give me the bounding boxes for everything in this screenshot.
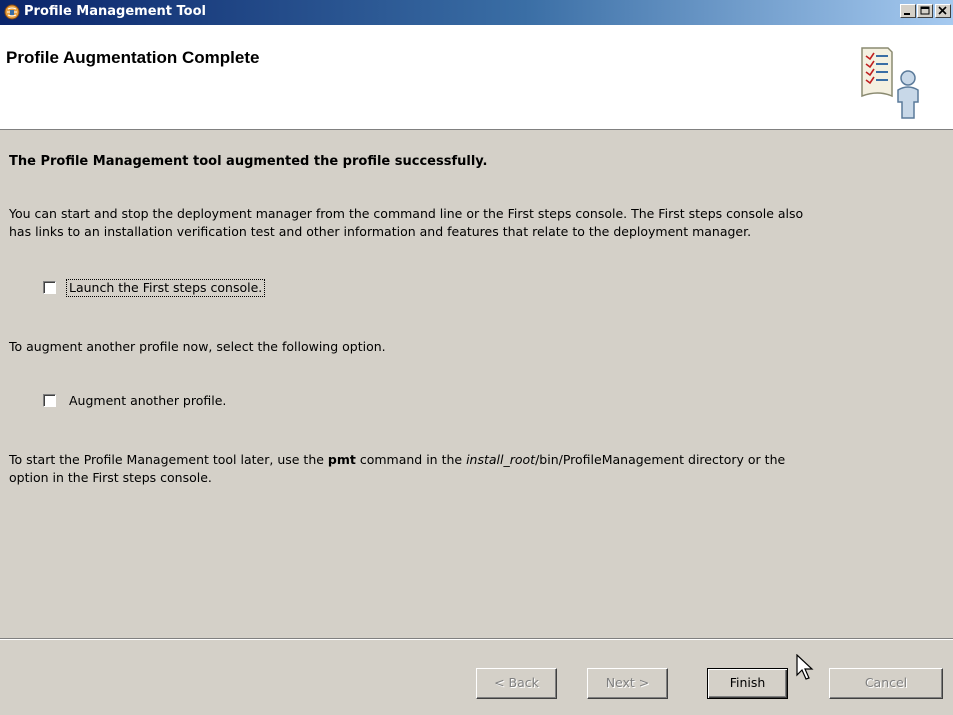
footer-divider — [0, 638, 953, 640]
launch-first-steps-label[interactable]: Launch the First steps console. — [65, 279, 266, 297]
launch-first-steps-checkbox[interactable] — [43, 281, 56, 294]
start-later-middle: command in the — [355, 452, 467, 467]
minimize-icon — [904, 13, 910, 15]
start-later-line1: To start the Profile Management tool lat… — [9, 451, 785, 469]
cancel-button[interactable]: Cancel — [829, 668, 943, 699]
close-icon — [938, 6, 947, 15]
finish-button[interactable]: Finish — [707, 668, 788, 699]
augment-another-checkbox[interactable] — [43, 394, 56, 407]
close-button[interactable] — [935, 4, 951, 18]
title-bar[interactable]: Profile Management Tool — [0, 0, 953, 25]
start-later-line2: option in the First steps console. — [9, 470, 212, 485]
maximize-button[interactable] — [917, 4, 933, 18]
pmt-command: pmt — [327, 452, 356, 467]
page-title: Profile Augmentation Complete — [6, 48, 260, 67]
back-button[interactable]: < Back — [476, 668, 557, 699]
next-button[interactable]: Next > — [587, 668, 668, 699]
maximize-icon — [920, 6, 930, 15]
info-paragraph-line1: You can start and stop the deployment ma… — [9, 206, 804, 221]
augment-another-label[interactable]: Augment another profile. — [67, 393, 228, 409]
wizard-header: Profile Augmentation Complete — [0, 25, 953, 130]
start-later-prefix: To start the Profile Management tool lat… — [9, 452, 328, 467]
install-root-path: install_root — [466, 452, 536, 467]
mouse-cursor-icon — [796, 654, 814, 680]
augment-intro-text: To augment another profile now, select t… — [9, 339, 386, 354]
checklist-person-icon — [861, 47, 919, 119]
success-headline: The Profile Management tool augmented th… — [9, 154, 488, 169]
globe-app-icon — [4, 4, 20, 20]
info-paragraph-line2: has links to an installation verificatio… — [9, 224, 752, 239]
minimize-button[interactable] — [900, 4, 916, 18]
window-title: Profile Management Tool — [24, 4, 206, 19]
start-later-path-rest: /bin/ProfileManagement directory or the — [535, 452, 786, 467]
